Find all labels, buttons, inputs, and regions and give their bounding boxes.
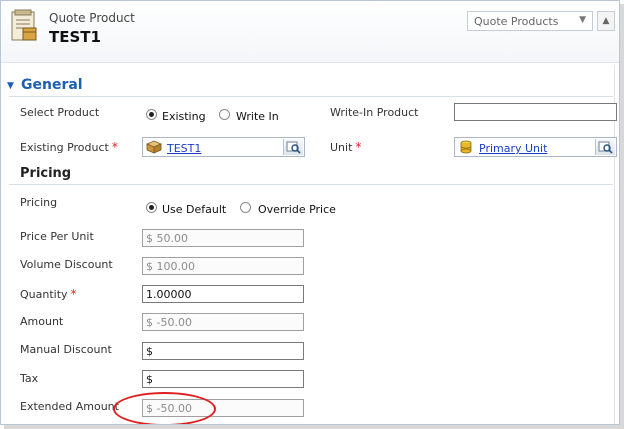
- record-title: TEST1: [49, 28, 101, 46]
- unit-link[interactable]: Primary Unit: [479, 142, 547, 155]
- frame-shadow-right: [620, 4, 624, 429]
- entity-type-label: Quote Product: [49, 11, 135, 25]
- unit-lookup[interactable]: Primary Unit: [454, 137, 617, 157]
- price-per-unit-label: Price Per Unit: [20, 230, 94, 243]
- form-header: Quote Product TEST1 Quote Products ▼ ▲: [1, 1, 619, 63]
- required-asterisk: *: [111, 140, 118, 154]
- highlight-ellipse: [113, 392, 216, 424]
- radio-override-price[interactable]: [240, 202, 251, 213]
- section-title-general[interactable]: General: [21, 77, 83, 93]
- navigate-up-button[interactable]: ▲: [597, 11, 615, 31]
- lookup-button[interactable]: [595, 139, 615, 155]
- tax-label: Tax: [20, 372, 39, 385]
- section-divider: [9, 96, 613, 97]
- write-in-product-input[interactable]: [454, 103, 617, 121]
- volume-discount-label: Volume Discount: [20, 258, 113, 271]
- existing-product-label: Existing Product *: [20, 140, 118, 154]
- required-asterisk: *: [70, 287, 77, 301]
- arrow-up-icon: ▲: [602, 16, 610, 26]
- frame-shadow-bottom: [4, 425, 624, 429]
- select-product-label: Select Product: [20, 106, 100, 119]
- subsection-divider: [9, 184, 613, 185]
- lookup-magnifier-icon: [286, 141, 301, 154]
- existing-product-lookup[interactable]: TEST1: [142, 137, 305, 157]
- manual-discount-label: Manual Discount: [20, 343, 112, 356]
- existing-product-link[interactable]: TEST1: [167, 142, 201, 155]
- chevron-down-icon: ▼: [579, 15, 586, 25]
- volume-discount-field: $ 100.00: [142, 257, 304, 275]
- quantity-input[interactable]: 1.00000: [142, 285, 304, 303]
- collapse-triangle-icon[interactable]: ▼: [7, 81, 14, 91]
- required-asterisk: *: [355, 140, 362, 154]
- unit-stack-icon: [460, 140, 472, 154]
- extended-amount-label: Extended Amount: [20, 400, 119, 413]
- pricing-subsection-title: Pricing: [20, 166, 72, 181]
- radio-use-default[interactable]: [146, 202, 157, 213]
- lookup-button[interactable]: [283, 139, 303, 155]
- radio-write-in-label[interactable]: Write In: [236, 110, 279, 123]
- radio-existing-label[interactable]: Existing: [162, 110, 206, 123]
- price-per-unit-field: $ 50.00: [142, 229, 304, 247]
- radio-override-price-label[interactable]: Override Price: [258, 203, 336, 216]
- quantity-label-text: Quantity: [20, 288, 68, 301]
- write-in-product-label: Write-In Product: [330, 106, 419, 119]
- unit-label: Unit *: [330, 140, 361, 154]
- quote-product-form: Quote Product TEST1 Quote Products ▼ ▲ ▼…: [0, 0, 620, 425]
- pricing-label: Pricing: [20, 196, 58, 209]
- manual-discount-input[interactable]: $: [142, 342, 304, 360]
- amount-field: $ -50.00: [142, 313, 304, 331]
- amount-label: Amount: [20, 315, 64, 328]
- unit-label-text: Unit: [330, 141, 353, 154]
- quote-product-icon: [11, 9, 37, 41]
- radio-existing[interactable]: [146, 109, 157, 120]
- radio-use-default-label[interactable]: Use Default: [162, 203, 226, 216]
- lookup-magnifier-icon: [598, 141, 613, 154]
- existing-product-label-text: Existing Product: [20, 141, 109, 154]
- product-box-icon: [146, 140, 162, 154]
- form-selector[interactable]: Quote Products ▼: [467, 11, 593, 31]
- quantity-label: Quantity *: [20, 287, 77, 301]
- form-selector-label: Quote Products: [474, 15, 559, 28]
- tax-input[interactable]: $: [142, 370, 304, 388]
- radio-write-in[interactable]: [219, 109, 230, 120]
